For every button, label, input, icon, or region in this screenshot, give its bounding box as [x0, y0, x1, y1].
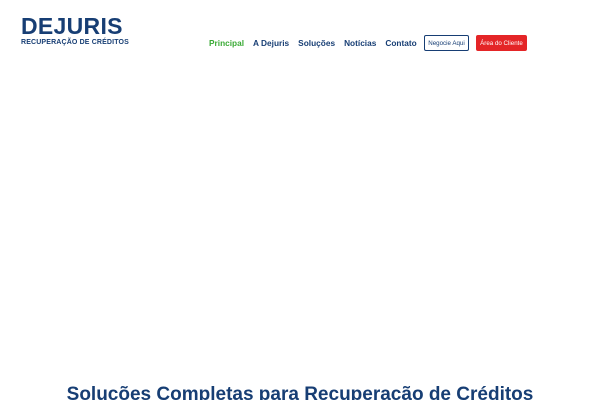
page: DEJURIS RECUPERAÇÃO DE CRÉDITOS Principa… — [0, 0, 600, 400]
nav-item-contato[interactable]: Contato — [385, 36, 416, 50]
nav-item-noticias[interactable]: Notícias — [344, 36, 376, 50]
area-do-cliente-button[interactable]: Área do Cliente — [476, 35, 527, 51]
logo-wordmark: DEJURIS — [21, 13, 123, 39]
dejuris-logo[interactable]: DEJURIS RECUPERAÇÃO DE CRÉDITOS — [21, 14, 129, 47]
hero-banner — [0, 70, 600, 350]
site-header: DEJURIS RECUPERAÇÃO DE CRÉDITOS Principa… — [0, 0, 600, 70]
negocie-aqui-button[interactable]: Negocie Aqui — [424, 35, 469, 51]
main-nav: Principal A Dejuris Soluções Notícias Co… — [209, 36, 417, 50]
section-title: Soluções Completas para Recuperação de C… — [66, 384, 534, 400]
nav-item-solucoes[interactable]: Soluções — [298, 36, 335, 50]
nav-item-principal[interactable]: Principal — [209, 36, 244, 50]
logo-tagline: RECUPERAÇÃO DE CRÉDITOS — [21, 39, 129, 46]
nav-item-a-dejuris[interactable]: A Dejuris — [253, 36, 289, 50]
